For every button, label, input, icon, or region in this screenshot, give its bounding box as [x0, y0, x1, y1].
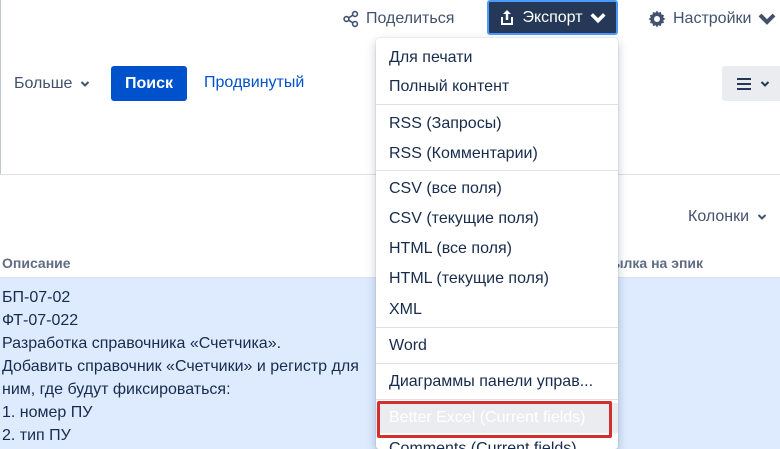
description-line: БП-07-02 [2, 289, 71, 306]
more-filters-button[interactable]: Больше [14, 70, 90, 98]
menu-item-csv-current[interactable]: CSV (текущие поля) [376, 204, 618, 234]
chevron-down-icon [760, 80, 770, 87]
menu-item-xml[interactable]: XML [376, 295, 618, 325]
menu-item-print[interactable]: Для печати [376, 43, 618, 73]
settings-button[interactable]: Настройки [647, 6, 777, 32]
chevron-down-icon [759, 13, 776, 25]
menu-separator [376, 170, 618, 171]
export-dropdown-menu: Для печати Полный контент RSS (Запросы) … [376, 38, 618, 449]
description-line: ним, где будут фиксироваться: [2, 381, 231, 398]
panel-border [0, 0, 1, 175]
description-line: 1. номер ПУ [2, 404, 93, 421]
more-label: Больше [14, 75, 73, 92]
export-label: Экспорт [522, 8, 583, 26]
columns-label: Колонки [688, 208, 750, 225]
column-header-description[interactable]: Описание [2, 255, 71, 271]
export-button[interactable]: Экспорт [487, 0, 618, 35]
chevron-down-icon [757, 214, 767, 220]
description-line: 2. тип ПУ [2, 427, 71, 444]
view-options-button[interactable] [722, 66, 780, 101]
menu-icon [737, 77, 751, 90]
chevron-down-icon [589, 12, 606, 23]
menu-separator [376, 104, 618, 105]
description-line: Добавить справочник «Счетчики» и регистр… [2, 358, 359, 375]
menu-separator [376, 327, 618, 328]
menu-item-full-content[interactable]: Полный контент [376, 72, 618, 102]
menu-item-word[interactable]: Word [376, 331, 618, 361]
menu-item-html-all[interactable]: HTML (все поля) [376, 234, 618, 264]
menu-separator [376, 363, 618, 364]
export-icon [501, 9, 514, 25]
search-label: Поиск [124, 74, 173, 92]
share-label: Поделиться [366, 10, 455, 27]
chevron-down-icon [81, 81, 90, 87]
share-button[interactable]: Поделиться [342, 6, 454, 32]
menu-item-html-current[interactable]: HTML (текущие поля) [376, 264, 618, 294]
menu-item-csv-all[interactable]: CSV (все поля) [376, 174, 618, 204]
highlight-annotation-box [377, 401, 612, 438]
menu-item-rss-queries[interactable]: RSS (Запросы) [376, 109, 618, 139]
menu-item-rss-comments[interactable]: RSS (Комментарии) [376, 139, 618, 169]
gear-icon [648, 10, 666, 28]
menu-item-dashboard-charts[interactable]: Диаграммы панели управ... [376, 367, 618, 397]
menu-separator [376, 399, 618, 400]
settings-label: Настройки [673, 10, 752, 27]
share-icon [343, 10, 359, 28]
search-button[interactable]: Поиск [111, 66, 187, 101]
row-description: БП-07-02 ФТ-07-022 Разработка справочник… [2, 286, 359, 447]
description-line: Разработка справочника «Счетчика». [2, 335, 282, 352]
description-line: ФТ-07-022 [2, 312, 79, 329]
columns-button[interactable]: Колонки [688, 208, 767, 226]
advanced-search-link[interactable]: Продвинутый [204, 74, 304, 92]
